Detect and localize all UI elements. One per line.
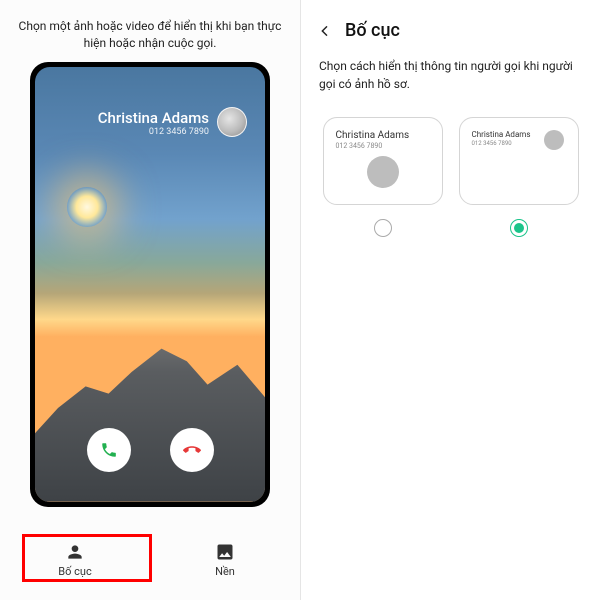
preview-instruction: Chọn một ảnh hoặc video để hiển thị khi … <box>0 0 300 62</box>
radio-center[interactable] <box>374 219 392 237</box>
highlight-box <box>22 534 152 582</box>
avatar <box>217 107 247 137</box>
phone-mockup: Christina Adams 012 3456 7890 <box>30 62 270 507</box>
sample-phone: 012 3456 7890 <box>336 142 430 150</box>
layout-card-right: Christina Adams 012 3456 7890 <box>459 117 579 205</box>
caller-phone-text: 012 3456 7890 <box>98 127 209 137</box>
settings-panel: Bố cục Chọn cách hiển thị thông tin ngườ… <box>300 0 600 600</box>
layout-options: Christina Adams 012 3456 7890 Christina … <box>301 113 600 241</box>
tab-background-label: Nền <box>215 565 235 578</box>
caller-info: Christina Adams 012 3456 7890 <box>98 109 209 137</box>
radio-right[interactable] <box>510 219 528 237</box>
caller-name-text: Christina Adams <box>98 109 209 127</box>
settings-header: Bố cục <box>301 0 600 53</box>
call-buttons <box>35 428 265 472</box>
phone-decline-icon <box>183 441 201 459</box>
layout-option-right[interactable]: Christina Adams 012 3456 7890 <box>459 117 579 237</box>
layout-option-center[interactable]: Christina Adams 012 3456 7890 <box>323 117 443 237</box>
settings-description: Chọn cách hiển thị thông tin người gọi k… <box>301 53 600 113</box>
back-icon[interactable] <box>317 23 333 39</box>
accept-call-button[interactable] <box>87 428 131 472</box>
decline-call-button[interactable] <box>170 428 214 472</box>
phone-accept-icon <box>100 441 118 459</box>
layout-card-center: Christina Adams 012 3456 7890 <box>323 117 443 205</box>
sample-name: Christina Adams <box>336 130 430 141</box>
sample-avatar-center <box>367 156 399 188</box>
bottom-tab-bar: Bố cục Nền <box>0 520 300 600</box>
tab-background[interactable]: Nền <box>150 534 300 586</box>
image-icon <box>215 542 235 562</box>
page-title: Bố cục <box>345 20 400 41</box>
preview-panel: Chọn một ảnh hoặc video để hiển thị khi … <box>0 0 300 600</box>
sample-avatar-right <box>544 130 564 150</box>
wallpaper: Christina Adams 012 3456 7890 <box>35 67 265 502</box>
